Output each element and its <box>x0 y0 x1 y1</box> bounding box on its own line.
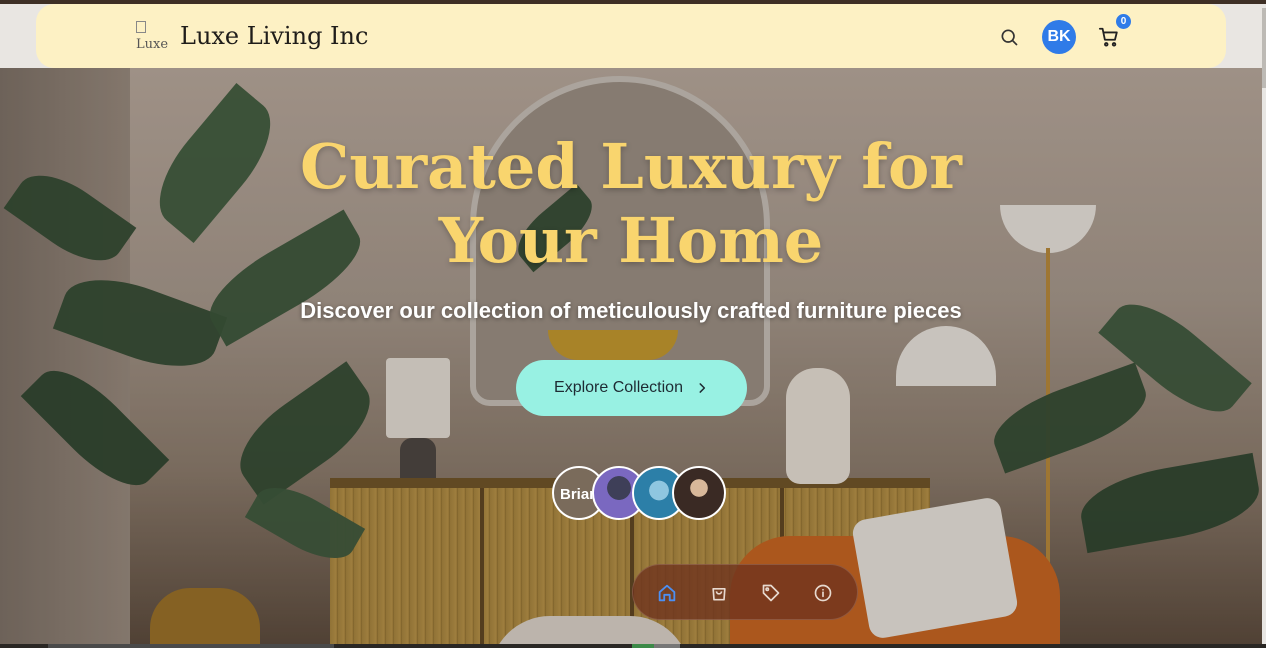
scrollbar-track[interactable] <box>1262 4 1266 644</box>
dock-home[interactable] <box>655 581 679 605</box>
dock-shop[interactable] <box>707 581 731 605</box>
customer-avatar[interactable] <box>672 466 726 520</box>
dock-deals[interactable] <box>759 581 783 605</box>
search-button[interactable] <box>996 24 1022 50</box>
hero-title-line-1: Curated Luxury for <box>300 130 962 203</box>
logo-image[interactable]: Luxe <box>136 21 168 53</box>
cart-button[interactable] <box>1096 24 1122 50</box>
bottom-dock-nav <box>632 564 858 620</box>
tag-icon <box>762 584 780 602</box>
info-icon <box>814 584 832 602</box>
cart-icon <box>1098 27 1118 47</box>
chevron-right-icon <box>699 383 706 393</box>
brand-name[interactable]: Luxe Living Inc <box>180 22 368 50</box>
explore-collection-button[interactable]: Explore Collection <box>516 360 747 416</box>
customer-avatars: Brian <box>552 466 732 522</box>
bottom-taskbar <box>0 644 1266 648</box>
explore-collection-label: Explore Collection <box>554 379 683 396</box>
cart-count-badge: 0 <box>1116 14 1131 29</box>
user-avatar[interactable]: BK <box>1042 20 1076 54</box>
navbar: Luxe Luxe Living Inc BK 0 <box>36 4 1226 68</box>
scrollbar-thumb[interactable] <box>1262 8 1266 88</box>
dock-info[interactable] <box>811 581 835 605</box>
shopping-bag-icon <box>712 588 726 601</box>
home-icon <box>658 584 676 602</box>
hero-title-line-2: Your Home <box>438 204 824 277</box>
search-icon <box>1001 29 1018 46</box>
hero-title: Curated Luxury for Your Home <box>231 130 1031 278</box>
hero-subtitle: Discover our collection of meticulously … <box>300 298 962 323</box>
